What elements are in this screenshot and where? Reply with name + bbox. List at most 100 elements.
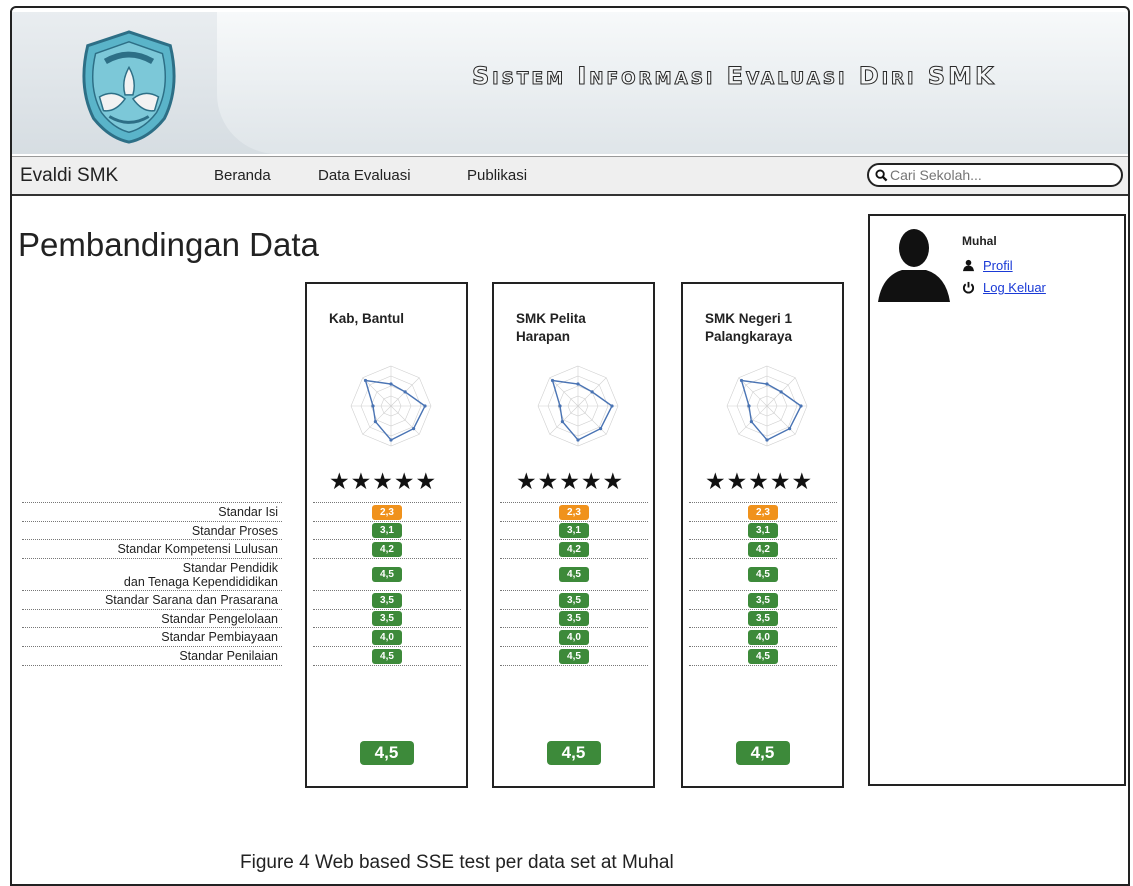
standards-label-list: Standar Isi Standar Proses Standar Kompete… — [22, 502, 282, 666]
score-badge: 4,5 — [372, 567, 402, 582]
search-input[interactable] — [888, 166, 1112, 184]
total-score-badge: 4,5 — [546, 741, 601, 765]
comparison-column-1: Kab, Bantul ★★★★★ 2,3 3,1 4,2 4,5 3,5 3,5 4,0 4,… — [305, 282, 468, 788]
score-row: 4,0 — [313, 628, 461, 647]
score-row: 4,5 — [500, 559, 648, 591]
star-rating: ★★★★★ — [705, 468, 814, 494]
score-row: 4,2 — [500, 540, 648, 559]
score-row: 4,0 — [689, 628, 837, 647]
score-row: 3,5 — [313, 591, 461, 610]
score-list: 2,3 3,1 4,2 4,5 3,5 3,5 4,0 4,5 — [313, 502, 461, 666]
profile-link-row[interactable]: Profil — [962, 258, 1013, 273]
score-badge: 4,5 — [748, 648, 778, 664]
score-badge: 3,1 — [372, 523, 402, 538]
score-badge: 3,5 — [559, 592, 589, 608]
standard-label: Standar Sarana dan Prasarana — [22, 591, 282, 610]
search-box[interactable] — [867, 163, 1123, 187]
score-badge: 2,3 — [372, 504, 402, 520]
radar-chart-thumbnail — [537, 365, 619, 447]
score-row: 3,1 — [313, 522, 461, 540]
standard-label: Standar Penilaian — [22, 647, 282, 666]
total-score-badge: 4,5 — [359, 741, 414, 765]
logout-link[interactable]: Log Keluar — [983, 280, 1046, 295]
score-row: 3,5 — [689, 591, 837, 610]
standard-label: Standar Kompetensi Lulusan — [22, 540, 282, 559]
score-badge: 4,2 — [559, 541, 589, 557]
nav-publikasi[interactable]: Publikasi — [467, 167, 527, 184]
score-badge: 2,3 — [559, 504, 589, 520]
column-entity-name: SMK Negeri 1 Palangkaraya — [705, 311, 793, 344]
score-badge: 3,5 — [559, 611, 589, 626]
brand-name[interactable]: Evaldi SMK — [20, 165, 118, 187]
tut-wuri-handayani-logo — [82, 30, 176, 144]
score-row: 4,5 — [689, 647, 837, 666]
app-title: Sistem Informasi Evaluasi Diri SMK — [472, 62, 997, 91]
score-row: 3,5 — [500, 610, 648, 628]
standard-label: Standar Pengelolaan — [22, 610, 282, 628]
score-row: 2,3 — [689, 502, 837, 522]
user-icon — [962, 259, 975, 272]
standard-label-text: Standar Pendidik dan Tenaga Kependididik… — [123, 560, 278, 589]
standard-label: Standar Pembiayaan — [22, 628, 282, 647]
power-icon — [962, 281, 975, 294]
search-icon — [875, 168, 888, 181]
score-row: 2,3 — [500, 502, 648, 522]
user-avatar — [878, 229, 950, 302]
score-badge: 3,5 — [372, 611, 402, 626]
score-badge: 3,1 — [748, 523, 778, 538]
standard-label-text: Standar Kompetensi Lulusan — [117, 542, 278, 556]
standard-label-text: Standar Penilaian — [179, 649, 278, 663]
score-badge: 4,5 — [559, 567, 589, 582]
star-rating: ★★★★★ — [329, 468, 438, 494]
score-row: 3,1 — [500, 522, 648, 540]
score-badge: 4,2 — [372, 541, 402, 557]
comparison-column-2: SMK Pelita Harapan ★★★★★ 2,3 3,1 4,2 4,5 3,5 3… — [492, 282, 655, 788]
column-entity-name: Kab, Bantul — [329, 311, 405, 326]
score-list: 2,3 3,1 4,2 4,5 3,5 3,5 4,0 4,5 — [689, 502, 837, 666]
user-name: Muhal — [962, 234, 997, 248]
score-row: 3,1 — [689, 522, 837, 540]
score-badge: 3,5 — [748, 611, 778, 626]
standard-label-text: Standar Pembiayaan — [161, 630, 278, 644]
radar-chart-thumbnail — [726, 365, 808, 447]
score-badge: 3,1 — [559, 523, 589, 538]
score-badge: 3,5 — [748, 592, 778, 608]
score-row: 3,5 — [313, 610, 461, 628]
standard-label-text: Standar Proses — [191, 523, 278, 538]
score-badge: 4,0 — [559, 629, 589, 645]
score-row: 4,5 — [689, 559, 837, 591]
standard-label: Standar Proses — [22, 522, 282, 540]
comparison-column-3: SMK Negeri 1 Palangkaraya ★★★★★ 2,3 3,1 4,2… — [681, 282, 844, 788]
score-badge: 4,2 — [748, 541, 778, 557]
nav-beranda[interactable]: Beranda — [214, 167, 271, 184]
score-row: 4,2 — [313, 540, 461, 559]
standard-label: Standar Isi — [22, 502, 282, 522]
radar-chart-thumbnail — [350, 365, 432, 447]
score-badge: 4,5 — [372, 648, 402, 664]
profile-link[interactable]: Profil — [983, 258, 1013, 273]
header-banner: Sistem Informasi Evaluasi Diri SMK — [12, 12, 1128, 154]
standard-label-text: Standar Isi — [218, 505, 278, 519]
score-row: 3,5 — [689, 610, 837, 628]
column-entity-name: SMK Pelita Harapan — [516, 311, 586, 344]
standard-label-text: Standar Sarana dan Prasarana — [104, 593, 278, 607]
total-score-badge: 4,5 — [735, 741, 790, 765]
score-badge: 2,3 — [748, 504, 778, 520]
score-row: 4,5 — [313, 647, 461, 666]
nav-data-evaluasi[interactable]: Data Evaluasi — [318, 167, 411, 184]
score-badge: 3,5 — [372, 592, 402, 608]
score-row: 3,5 — [500, 591, 648, 610]
logout-link-row[interactable]: Log Keluar — [962, 280, 1046, 295]
standard-label-text: Standar Pengelolaan — [161, 611, 278, 626]
page-title: Pembandingan Data — [18, 226, 319, 263]
score-row: 4,0 — [500, 628, 648, 647]
user-panel: Muhal Profil Log Keluar — [868, 214, 1126, 786]
score-row: 4,2 — [689, 540, 837, 559]
score-badge: 4,5 — [748, 567, 778, 582]
score-row: 4,5 — [313, 559, 461, 591]
score-badge: 4,0 — [372, 629, 402, 645]
figure-caption: Figure 4 Web based SSE test per data set… — [240, 852, 674, 873]
score-row: 4,5 — [500, 647, 648, 666]
score-badge: 4,0 — [748, 629, 778, 645]
score-row: 2,3 — [313, 502, 461, 522]
